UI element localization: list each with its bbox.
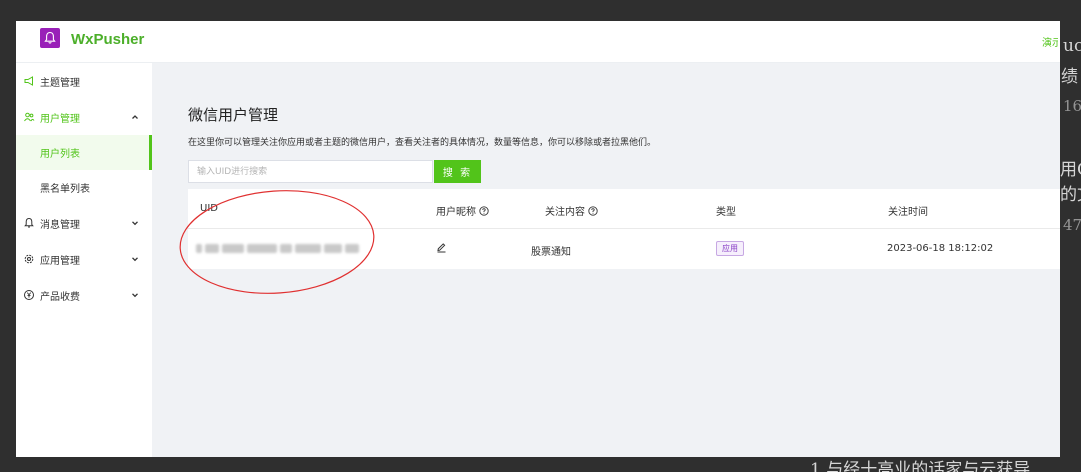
column-header-label: 关注内容 bbox=[545, 207, 585, 218]
chevron-down-icon bbox=[130, 218, 140, 228]
sidebar-item-apps[interactable]: 应用管理 bbox=[16, 241, 152, 277]
users-icon bbox=[23, 111, 35, 123]
background-text: 用C bbox=[1060, 160, 1081, 180]
background-text: 的文 bbox=[1060, 185, 1081, 205]
page-title: 微信用户管理 bbox=[188, 106, 279, 124]
search-button[interactable]: 搜 索 bbox=[434, 160, 481, 183]
redaction-mark bbox=[196, 244, 202, 253]
chevron-up-icon bbox=[130, 112, 140, 122]
background-text: 16 bbox=[1063, 97, 1081, 115]
user-table: UID 用户昵称 关注内容 类型 关注时间 股票通知 应用 2023-06-18… bbox=[188, 189, 1060, 269]
megaphone-icon bbox=[23, 75, 35, 87]
sidebar-item-label: 消息管理 bbox=[40, 219, 80, 231]
background-text: 1 与经十高业的话家与云获导 bbox=[810, 460, 1031, 472]
yen-icon bbox=[23, 289, 35, 301]
help-circle-icon[interactable] bbox=[479, 205, 489, 216]
type-badge: 应用 bbox=[716, 241, 744, 256]
sidebar-subitem-user-list[interactable]: 用户列表 bbox=[16, 135, 152, 170]
sidebar-item-label: 用户管理 bbox=[40, 113, 80, 125]
sidebar: 主题管理 用户管理 用户列表 黑名单列表 消息管理 应用管理 产品收费 bbox=[16, 63, 152, 457]
column-header-label: UID bbox=[200, 203, 218, 214]
uid-value-redacted bbox=[196, 242, 386, 255]
follow-time: 2023-06-18 18:12:02 bbox=[887, 243, 994, 254]
sidebar-item-label: 应用管理 bbox=[40, 255, 80, 267]
brand-name[interactable]: WxPusher bbox=[71, 31, 144, 48]
sidebar-item-label: 主题管理 bbox=[40, 77, 80, 89]
sidebar-item-users[interactable]: 用户管理 bbox=[16, 99, 152, 135]
uid-search-input[interactable] bbox=[188, 160, 433, 183]
sidebar-item-messages[interactable]: 消息管理 bbox=[16, 205, 152, 241]
redaction-mark bbox=[205, 244, 219, 253]
sidebar-item-label: 产品收费 bbox=[40, 291, 80, 303]
sidebar-item-topics[interactable]: 主题管理 bbox=[16, 63, 152, 99]
redaction-mark bbox=[345, 244, 359, 253]
column-header-content: 关注内容 bbox=[545, 203, 598, 218]
chevron-down-icon bbox=[130, 254, 140, 264]
table-header: UID 用户昵称 关注内容 类型 关注时间 bbox=[188, 189, 1060, 229]
sidebar-subitem-blacklist[interactable]: 黑名单列表 bbox=[16, 170, 152, 205]
page-description: 在这里你可以管理关注你应用或者主题的微信用户，查看关注者的具体情况，数量等信息，… bbox=[188, 138, 657, 148]
bell-icon bbox=[23, 217, 35, 229]
follow-content: 股票通知 bbox=[531, 247, 571, 258]
redaction-mark bbox=[324, 244, 342, 253]
sidebar-item-billing[interactable]: 产品收费 bbox=[16, 277, 152, 313]
chevron-down-icon bbox=[130, 290, 140, 300]
table-row: 股票通知 应用 2023-06-18 18:12:02 bbox=[188, 229, 1060, 269]
column-header-uid: UID bbox=[200, 203, 218, 214]
background-text: 47 bbox=[1063, 216, 1081, 234]
help-circle-icon[interactable] bbox=[588, 205, 598, 216]
column-header-label: 用户昵称 bbox=[436, 207, 476, 218]
redaction-mark bbox=[280, 244, 292, 253]
column-header-nickname: 用户昵称 bbox=[436, 203, 489, 218]
main-content: 微信用户管理 在这里你可以管理关注你应用或者主题的微信用户，查看关注者的具体情况… bbox=[152, 63, 1060, 457]
column-header-time: 关注时间 bbox=[888, 203, 928, 218]
background-text: 绩 bbox=[1061, 67, 1078, 87]
column-header-type: 类型 bbox=[716, 203, 736, 218]
column-header-label: 类型 bbox=[716, 207, 736, 218]
redaction-mark bbox=[295, 244, 321, 253]
top-right-link[interactable]: 演示 bbox=[1042, 34, 1058, 49]
bell-logo-icon[interactable] bbox=[40, 28, 60, 48]
background-text: uc bbox=[1063, 36, 1081, 56]
column-header-label: 关注时间 bbox=[888, 207, 928, 218]
redaction-mark bbox=[247, 244, 277, 253]
top-bar: WxPusher 演示 bbox=[16, 21, 1060, 63]
redaction-mark bbox=[222, 244, 244, 253]
gear-icon bbox=[23, 253, 35, 265]
app-window: WxPusher 演示 主题管理 用户管理 用户列表 黑名单列表 消息管理 应用… bbox=[16, 21, 1060, 457]
edit-nickname-icon[interactable] bbox=[436, 242, 447, 256]
